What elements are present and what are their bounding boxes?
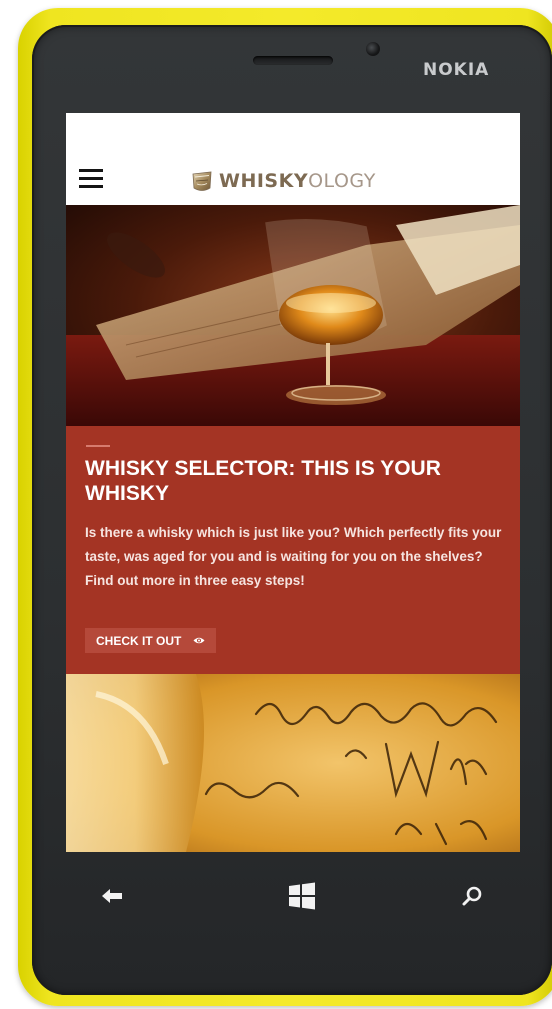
phone-screen: WHISKYOLOGY WHISKY SELECTOR: THIS IS YOU… xyxy=(66,113,520,852)
eye-icon xyxy=(193,637,205,644)
stage: NOKIA WHISKYOLOGY WHISKY SELECTOR: THIS … xyxy=(0,0,552,1009)
back-button[interactable] xyxy=(92,878,132,914)
handwritten-letter-photo xyxy=(66,674,520,852)
search-button[interactable] xyxy=(452,878,492,914)
logo-text-bold: WHISKY xyxy=(219,170,309,192)
search-icon xyxy=(462,886,482,906)
start-button[interactable] xyxy=(282,878,322,914)
hamburger-menu-icon[interactable] xyxy=(79,169,103,188)
feature-card: WHISKY SELECTOR: THIS IS YOUR WHISKY Is … xyxy=(66,426,520,674)
earpiece-speaker xyxy=(253,56,333,65)
second-article-image[interactable] xyxy=(66,674,520,852)
check-it-out-button[interactable]: CHECK IT OUT xyxy=(85,628,217,653)
whisky-glass-logo-icon xyxy=(192,171,212,191)
device-brand: NOKIA xyxy=(423,60,490,80)
site-logo-text: WHISKYOLOGY xyxy=(219,170,376,192)
site-header: WHISKYOLOGY xyxy=(66,113,520,205)
card-divider xyxy=(86,445,110,447)
whisky-glass-photo xyxy=(66,205,520,426)
feature-title[interactable]: WHISKY SELECTOR: THIS IS YOUR WHISKY xyxy=(85,456,505,506)
site-logo[interactable]: WHISKYOLOGY xyxy=(188,167,376,195)
back-arrow-icon xyxy=(102,889,122,903)
windows-logo-icon xyxy=(289,882,315,910)
logo-text-light: OLOGY xyxy=(308,170,376,192)
feature-description: Is there a whisky which is just like you… xyxy=(85,525,502,588)
hero-image[interactable] xyxy=(66,205,520,426)
check-it-out-label: CHECK IT OUT xyxy=(96,633,182,648)
front-camera xyxy=(366,42,380,56)
